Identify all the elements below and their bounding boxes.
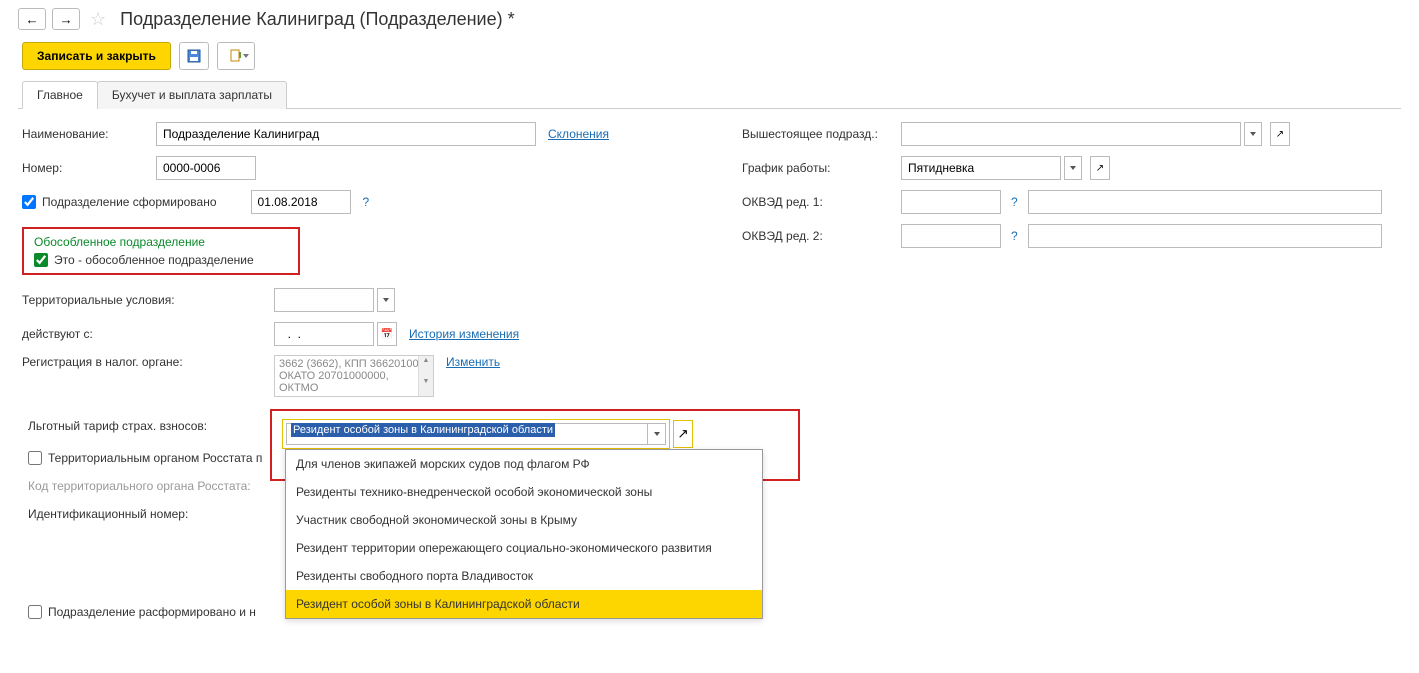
ident-label: Идентификационный номер: xyxy=(28,507,268,521)
territorial-dropdown-button[interactable] xyxy=(377,288,395,312)
tariff-option-3[interactable]: Резидент территории опережающего социаль… xyxy=(286,534,762,562)
okved1-label: ОКВЭД ред. 1: xyxy=(742,195,897,209)
okved2-label: ОКВЭД ред. 2: xyxy=(742,229,897,243)
favorite-star-icon[interactable]: ☆ xyxy=(90,9,106,30)
row-okved1: ОКВЭД ред. 1: ? xyxy=(742,189,1382,215)
tab-main[interactable]: Главное xyxy=(22,81,98,109)
tariff-dropdown-list: Для членов экипажей морских судов под фл… xyxy=(285,449,763,619)
okved2-code-input[interactable] xyxy=(901,224,1001,248)
disbanded-label: Подразделение расформировано и н xyxy=(48,605,256,619)
number-label: Номер: xyxy=(22,161,152,175)
name-input[interactable] xyxy=(156,122,536,146)
row-effective: действуют с: 📅 История изменения xyxy=(22,321,702,347)
name-label: Наименование: xyxy=(22,127,152,141)
tariff-row: Резидент особой зоны в Калининградской о… xyxy=(282,419,788,449)
back-button[interactable]: ← xyxy=(18,8,46,30)
row-okved2: ОКВЭД ред. 2: ? xyxy=(742,223,1382,249)
okved1-code-input[interactable] xyxy=(901,190,1001,214)
row-formed: Подразделение сформировано ? xyxy=(22,189,702,215)
tariff-option-5[interactable]: Резидент особой зоны в Калининградской о… xyxy=(286,590,762,618)
document-icon xyxy=(229,49,243,63)
save-button[interactable] xyxy=(179,42,209,70)
effective-date-input[interactable] xyxy=(274,322,374,346)
calendar-button[interactable]: 📅 xyxy=(377,322,397,346)
okved1-desc-input[interactable] xyxy=(1028,190,1382,214)
declensions-link[interactable]: Склонения xyxy=(548,127,609,141)
subgroup-title: Обособленное подразделение xyxy=(34,235,288,249)
tax-label: Регистрация в налог. органе: xyxy=(22,355,270,369)
change-link[interactable]: Изменить xyxy=(446,355,500,369)
row-parent: Вышестоящее подразд.: ↗ xyxy=(742,121,1382,147)
history-link[interactable]: История изменения xyxy=(409,327,519,341)
right-column: Вышестоящее подразд.: ↗ График работы: ↗… xyxy=(742,121,1382,481)
effective-label: действуют с: xyxy=(22,327,270,341)
formed-help-icon[interactable]: ? xyxy=(363,195,370,209)
number-input[interactable] xyxy=(156,156,256,180)
tariff-label: Льготный тариф страх. взносов: xyxy=(28,419,268,433)
formed-label: Подразделение сформировано xyxy=(42,195,217,209)
left-column: Наименование: Склонения Номер: Подраздел… xyxy=(22,121,702,481)
tab-bar: Главное Бухучет и выплата зарплаты xyxy=(18,80,1401,109)
rosstat-code-label: Код территориального органа Росстата: xyxy=(28,479,268,493)
okved2-desc-input[interactable] xyxy=(1028,224,1382,248)
tariff-option-2[interactable]: Участник свободной экономической зоны в … xyxy=(286,506,762,534)
territorial-label: Территориальные условия: xyxy=(22,293,270,307)
tax-scrollbar[interactable] xyxy=(418,356,433,396)
forward-button[interactable]: → xyxy=(52,8,80,30)
tariff-option-0[interactable]: Для членов экипажей морских судов под фл… xyxy=(286,450,762,478)
schedule-label: График работы: xyxy=(742,161,897,175)
tariff-input[interactable]: Резидент особой зоны в Калининградской о… xyxy=(286,423,648,445)
tariff-highlight-block: Льготный тариф страх. взносов: Территори… xyxy=(270,409,800,481)
okved2-help-icon[interactable]: ? xyxy=(1011,229,1018,243)
parent-dropdown-button[interactable] xyxy=(1244,122,1262,146)
row-name: Наименование: Склонения xyxy=(22,121,702,147)
form-area: Наименование: Склонения Номер: Подраздел… xyxy=(18,121,1401,481)
row-territorial: Территориальные условия: xyxy=(22,287,702,313)
write-close-button[interactable]: Записать и закрыть xyxy=(22,42,171,70)
tariff-option-4[interactable]: Резиденты свободного порта Владивосток xyxy=(286,562,762,590)
tab-accounting[interactable]: Бухучет и выплата зарплаты xyxy=(97,81,287,109)
parent-open-button[interactable]: ↗ xyxy=(1270,122,1290,146)
tariff-option-1[interactable]: Резиденты технико-внедренческой особой э… xyxy=(286,478,762,506)
row-schedule: График работы: ↗ xyxy=(742,155,1382,181)
separate-label: Это - обособленное подразделение xyxy=(54,253,254,267)
disbanded-checkbox[interactable] xyxy=(28,605,42,619)
tax-text: 3662 (3662), КПП 366201001, ОКАТО 207010… xyxy=(279,358,428,394)
row-number: Номер: xyxy=(22,155,702,181)
okved1-help-icon[interactable]: ? xyxy=(1011,195,1018,209)
territorial-input[interactable] xyxy=(274,288,374,312)
more-actions-button[interactable] xyxy=(217,42,255,70)
tariff-dropdown-button[interactable] xyxy=(648,423,666,445)
schedule-input[interactable] xyxy=(901,156,1061,180)
rosstat-checkbox[interactable] xyxy=(28,451,42,465)
page-title: Подразделение Калиниград (Подразделение)… xyxy=(120,9,514,30)
rosstat-check-label: Территориальным органом Росстата п xyxy=(48,451,262,465)
parent-input[interactable] xyxy=(901,122,1241,146)
schedule-open-button[interactable]: ↗ xyxy=(1090,156,1110,180)
topbar: ← → ☆ Подразделение Калиниград (Подразде… xyxy=(18,8,1401,30)
separate-subdivision-group: Обособленное подразделение Это - обособл… xyxy=(22,227,300,275)
separate-checkbox[interactable] xyxy=(34,253,48,267)
formed-date-input[interactable] xyxy=(251,190,351,214)
row-tax: Регистрация в налог. органе: 3662 (3662)… xyxy=(22,355,702,397)
tariff-open-button[interactable]: ↗ xyxy=(673,420,693,448)
formed-checkbox[interactable] xyxy=(22,195,36,209)
parent-label: Вышестоящее подразд.: xyxy=(742,127,897,141)
toolbar: Записать и закрыть xyxy=(18,42,1401,70)
tax-registration-box[interactable]: 3662 (3662), КПП 366201001, ОКАТО 207010… xyxy=(274,355,434,397)
save-icon xyxy=(187,49,201,63)
schedule-dropdown-button[interactable] xyxy=(1064,156,1082,180)
